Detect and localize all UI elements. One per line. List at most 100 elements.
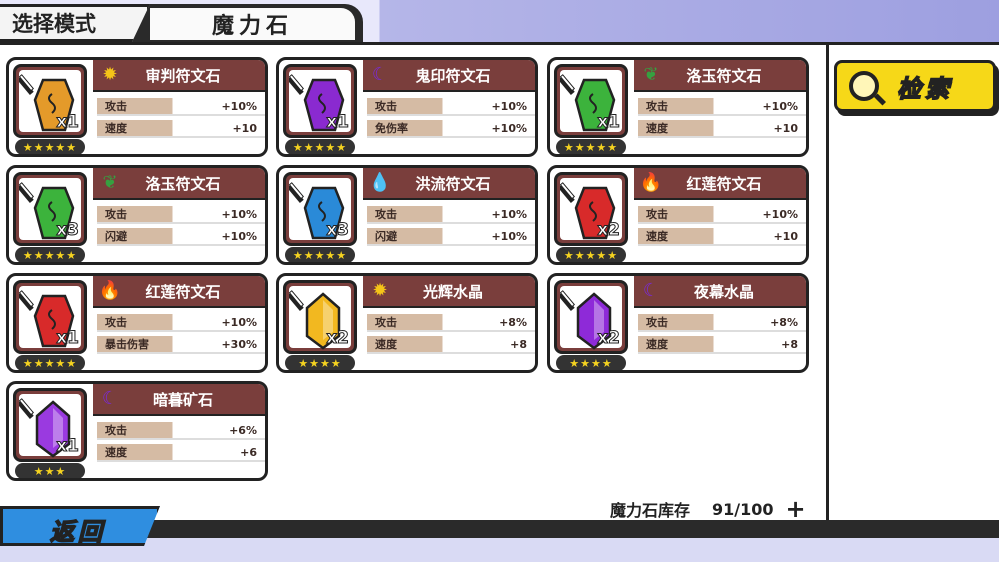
stat-value: +8% <box>770 315 798 329</box>
stone-icon-frame: x1 <box>13 388 87 462</box>
stone-gem-icon: x1 <box>19 394 81 458</box>
stat-row: 攻击 +10% <box>638 98 806 116</box>
stat-key: 攻击 <box>375 100 397 113</box>
stone-gem-icon: x1 <box>560 70 622 133</box>
stat-row: 速度 +8 <box>367 336 535 354</box>
stone-card-header: ☾ 暗暮矿石 <box>93 384 265 416</box>
stone-count: x1 <box>326 112 350 133</box>
stone-name: 洛玉符文石 <box>145 174 221 193</box>
leaf-icon: ❦ <box>102 172 118 193</box>
stat-value: +30% <box>221 337 257 351</box>
stone-count: x2 <box>597 220 621 241</box>
inventory-value: 91/100 <box>712 499 774 519</box>
mode-select-tab[interactable]: 选择模式 <box>0 4 150 42</box>
side-panel <box>826 42 999 520</box>
stat-key: 速度 <box>646 338 668 351</box>
stat-key: 速度 <box>646 122 668 135</box>
stat-row: 攻击 +10% <box>97 314 265 332</box>
stat-value: +10 <box>773 229 798 243</box>
stone-icon-frame: x3 <box>13 172 87 246</box>
stone-count: x1 <box>597 112 621 133</box>
stone-card[interactable]: x3 ★★★★★ ❦ 洛玉符文石 攻击 +10% 闪避 +10% <box>6 165 268 265</box>
stone-rarity-stars: ★★★★★ <box>285 247 355 262</box>
stone-count: x3 <box>326 220 350 241</box>
stone-card[interactable]: x1 ★★★ ☾ 暗暮矿石 攻击 +6% 速度 +6 <box>6 381 268 481</box>
back-button[interactable]: 返回 <box>0 500 170 550</box>
stat-key: 攻击 <box>375 316 397 329</box>
stat-value: +10% <box>491 121 527 135</box>
stone-rarity-stars: ★★★★★ <box>556 247 626 262</box>
stone-card[interactable]: x1 ★★★★★ 🔥 红莲符文石 攻击 +10% 暴击伤害 +30% <box>6 273 268 373</box>
stat-row: 攻击 +10% <box>367 98 535 116</box>
stat-value: +10% <box>491 207 527 221</box>
stone-list-panel: x1 ★★★★★ ✹ 审判符文石 攻击 +10% 速度 +10 x1 ★★★★★ ☾ 鬼印符文石 攻击 +… <box>0 42 826 523</box>
stone-name: 暗暮矿石 <box>152 390 213 409</box>
stone-name: 红莲符文石 <box>145 282 221 301</box>
stat-key: 速度 <box>375 338 397 351</box>
leaf-icon: ❦ <box>643 64 659 85</box>
stone-card-header: 🔥 红莲符文石 <box>634 168 806 200</box>
stat-value: +10% <box>491 99 527 113</box>
stone-icon-frame: x1 <box>13 64 87 138</box>
stat-value: +10% <box>221 99 257 113</box>
water-drop-icon: 💧 <box>368 172 392 193</box>
stone-icon-frame: x1 <box>554 64 628 138</box>
stone-card-header: ☾ 夜幕水晶 <box>634 276 806 308</box>
stat-key: 攻击 <box>375 208 397 221</box>
stone-name: 红莲符文石 <box>686 174 762 193</box>
stone-gem-icon: x2 <box>560 178 622 241</box>
stone-card[interactable]: x1 ★★★★★ ☾ 鬼印符文石 攻击 +10% 免伤率 +10% <box>276 57 538 157</box>
stone-gem-icon: x2 <box>560 286 622 350</box>
stone-card-header: 💧 洪流符文石 <box>363 168 535 200</box>
stone-card[interactable]: x1 ★★★★★ ❦ 洛玉符文石攻击 +10% 速度 +10 <box>547 57 809 157</box>
stone-rarity-stars: ★★★★★ <box>15 247 85 262</box>
stone-name: 洪流符文石 <box>415 174 491 193</box>
stat-key: 速度 <box>105 122 127 135</box>
stone-card[interactable]: x2 ★★★★ ☾ 夜幕水晶 攻击 +8% 速度 +8 <box>547 273 809 373</box>
stone-gem-icon: x3 <box>289 178 351 241</box>
stat-key: 速度 <box>646 230 668 243</box>
stone-card-header: ✹ 光辉水晶 <box>363 276 535 308</box>
stat-row: 暴击伤害 +30% <box>97 336 265 354</box>
stat-key: 闪避 <box>105 230 127 243</box>
stat-key: 闪避 <box>375 230 397 243</box>
stat-value: +8 <box>781 337 798 351</box>
stone-count: x3 <box>56 220 80 241</box>
stat-key: 速度 <box>105 446 127 459</box>
search-button[interactable]: 检索 <box>834 60 996 112</box>
stone-gem-icon: x2 <box>289 286 351 350</box>
stat-value: +10% <box>491 229 527 243</box>
stone-icon-frame: x1 <box>13 280 87 354</box>
stone-card[interactable]: x1 ★★★★★ ✹ 审判符文石 攻击 +10% 速度 +10 <box>6 57 268 157</box>
stat-value: +10 <box>232 121 257 135</box>
stat-key: 攻击 <box>646 100 668 113</box>
stone-card[interactable]: x3 ★★★★★ 💧 洪流符文石攻击 +10% 闪避 +10% <box>276 165 538 265</box>
stone-count: x2 <box>326 328 350 349</box>
stone-rarity-stars: ★★★★★ <box>556 139 626 154</box>
stat-value: +6 <box>240 445 257 459</box>
stone-name: 洛玉符文石 <box>686 66 762 85</box>
stone-count: x1 <box>56 112 80 133</box>
page-title: 魔力石 <box>150 8 355 40</box>
flame-icon: 🔥 <box>98 280 122 301</box>
moon-icon: ☾ <box>642 280 660 301</box>
stat-row: 速度 +10 <box>97 120 265 138</box>
stone-icon-frame: x3 <box>283 172 357 246</box>
stone-card-header: ❦ 洛玉符文石 <box>634 60 806 92</box>
stat-value: +10 <box>773 121 798 135</box>
stone-card[interactable]: x2 ★★★★ ✹ 光辉水晶 攻击 +8% 速度 +8 <box>276 273 538 373</box>
stat-row: 攻击 +10% <box>367 206 535 224</box>
stat-row: 速度 +10 <box>638 120 806 138</box>
stone-rarity-stars: ★★★★★ <box>15 139 85 154</box>
stat-key: 攻击 <box>105 424 127 437</box>
stat-row: 攻击 +10% <box>97 206 265 224</box>
stone-name: 夜幕水晶 <box>693 282 754 301</box>
inventory-label: 魔力石库存 <box>610 501 691 520</box>
stone-icon-frame: x2 <box>554 172 628 246</box>
stat-key: 攻击 <box>105 208 127 221</box>
stone-icon-frame: x2 <box>283 280 357 354</box>
stone-card-header: 🔥 红莲符文石 <box>93 276 265 308</box>
stone-card[interactable]: x2 ★★★★★ 🔥 红莲符文石 攻击 +10% 速度 +10 <box>547 165 809 265</box>
stone-count: x1 <box>56 436 80 457</box>
add-inventory-button[interactable]: + <box>786 497 806 521</box>
